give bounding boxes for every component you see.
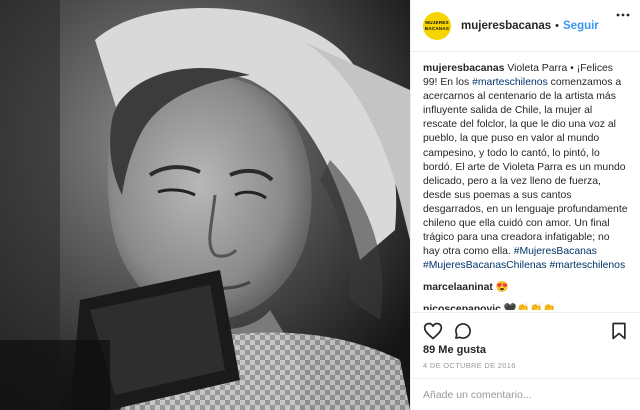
avatar[interactable]: MUJERES BACANAS	[423, 11, 451, 40]
avatar-text-line2: BACANAS	[424, 25, 450, 31]
hashtag-link[interactable]: #MujeresBacanas	[514, 246, 597, 257]
post-side-panel: MUJERES BACANAS mujeresbacanas • Seguir …	[410, 0, 640, 410]
caption-text-part2: comenzamos a acercarnos al centenario de…	[423, 77, 628, 258]
follow-button[interactable]: Seguir	[563, 20, 599, 32]
comment-username[interactable]: marcelaaninat	[423, 282, 493, 293]
post-photo[interactable]	[0, 0, 410, 410]
comments-area: mujeresbacanas Violeta Parra • ¡Felices …	[411, 52, 640, 310]
post-photo-illustration	[0, 0, 410, 410]
separator-dot: •	[555, 19, 559, 32]
more-options-icon[interactable]	[616, 12, 630, 18]
comment-icon[interactable]	[453, 321, 473, 341]
comment-text: 🖤👏👏👏	[503, 304, 556, 310]
post-actions	[411, 312, 640, 342]
comment-item: nicoscepanovic 🖤👏👏👏	[423, 303, 628, 310]
caption-username[interactable]: mujeresbacanas	[423, 63, 504, 74]
comment-item: marcelaaninat 😍	[423, 281, 628, 295]
heart-icon[interactable]	[423, 321, 443, 341]
comment-input[interactable]	[423, 388, 613, 401]
add-comment-bar	[411, 378, 640, 410]
hashtag-link[interactable]: #marteschilenos	[550, 260, 626, 271]
comment-text: 😍	[495, 282, 509, 294]
post-date: 4 DE OCTUBRE DE 2016	[423, 361, 516, 370]
post-header: MUJERES BACANAS mujeresbacanas • Seguir	[411, 0, 640, 52]
author-username[interactable]: mujeresbacanas	[461, 20, 551, 32]
hashtag-link[interactable]: #marteschilenos	[472, 77, 548, 88]
post-caption: mujeresbacanas Violeta Parra • ¡Felices …	[423, 62, 628, 273]
hashtag-link[interactable]: #MujeresBacanasChilenas	[423, 260, 547, 271]
likes-count[interactable]: 89 Me gusta	[423, 344, 486, 356]
comment-username[interactable]: nicoscepanovic	[423, 304, 501, 310]
bookmark-icon[interactable]	[609, 321, 629, 341]
